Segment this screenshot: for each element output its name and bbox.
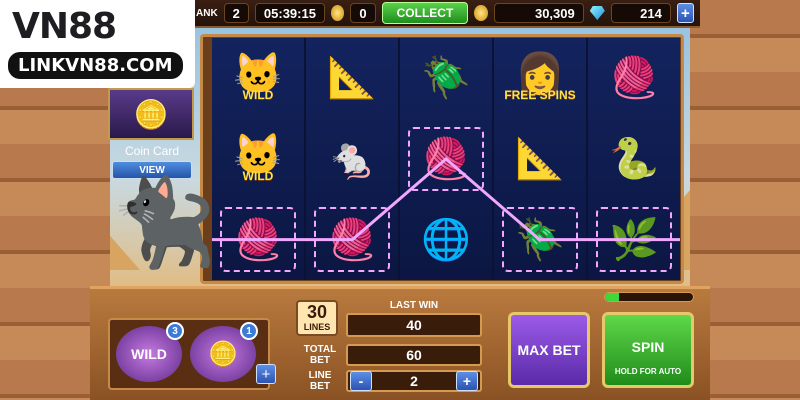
rank-label: ANK [196, 7, 218, 19]
line-bet-label: LINE BET [308, 370, 332, 392]
coin-balance-icon [474, 5, 488, 21]
coin-card-image: 🪙 [108, 88, 194, 140]
last-win-value: 40 [346, 313, 482, 337]
gem-balance: 214 [610, 3, 671, 23]
lines-label: LINES [303, 322, 331, 332]
add-booster-button[interactable]: + [256, 364, 276, 384]
cat-mascot: 🐈‍⬛ [110, 175, 218, 271]
spin-hint: HOLD FOR AUTO [614, 367, 682, 376]
logo-title: VN88 [12, 6, 117, 47]
win-line [212, 157, 680, 242]
total-bet-label: TOTAL BET [303, 344, 337, 366]
coin-balance: 30,309 [493, 3, 584, 23]
last-win-label: LAST WIN [389, 300, 439, 311]
spin-label: SPIN [631, 339, 665, 355]
collect-count: 0 [350, 3, 376, 23]
win-line-path [212, 157, 680, 242]
coin-booster-icon: 🪙 [208, 340, 238, 368]
total-bet-value: 60 [346, 344, 482, 366]
spin-button[interactable]: SPIN HOLD FOR AUTO [602, 312, 694, 388]
coin-icon [330, 5, 345, 21]
coin-booster-count: 1 [240, 322, 258, 340]
wild-booster-count: 3 [166, 322, 184, 340]
wild-booster[interactable]: WILD 3 [116, 322, 184, 382]
lines-value: 30 [306, 302, 328, 322]
buy-gems-button[interactable]: + [676, 3, 694, 23]
line-bet-plus-button[interactable]: + [456, 371, 478, 391]
timer: 05:39:15 [254, 3, 325, 23]
coin-booster[interactable]: 🪙 1 [190, 322, 258, 382]
line-bet-minus-button[interactable]: - [350, 371, 372, 391]
lines-box: 30 LINES [296, 300, 338, 336]
gem-icon [589, 6, 605, 20]
top-bar: ANK 2 05:39:15 0 COLLECT 30,309 214 + [190, 0, 700, 28]
rank-value: 2 [223, 3, 249, 23]
auto-progress-fill [605, 293, 620, 301]
boosters-panel: WILD 3 🪙 1 [108, 318, 270, 390]
auto-progress-bar [604, 292, 694, 302]
coin-card: 🪙 Coin Card VIEW [108, 88, 196, 180]
collect-button[interactable]: COLLECT [381, 2, 469, 24]
coin-card-title: Coin Card [124, 144, 180, 158]
logo: VN88 LINKVN88.COM [0, 0, 195, 88]
max-bet-button[interactable]: MAX BET [508, 312, 590, 388]
logo-url: LINKVN88.COM [8, 52, 183, 79]
wild-booster-label: WILD [131, 346, 167, 362]
